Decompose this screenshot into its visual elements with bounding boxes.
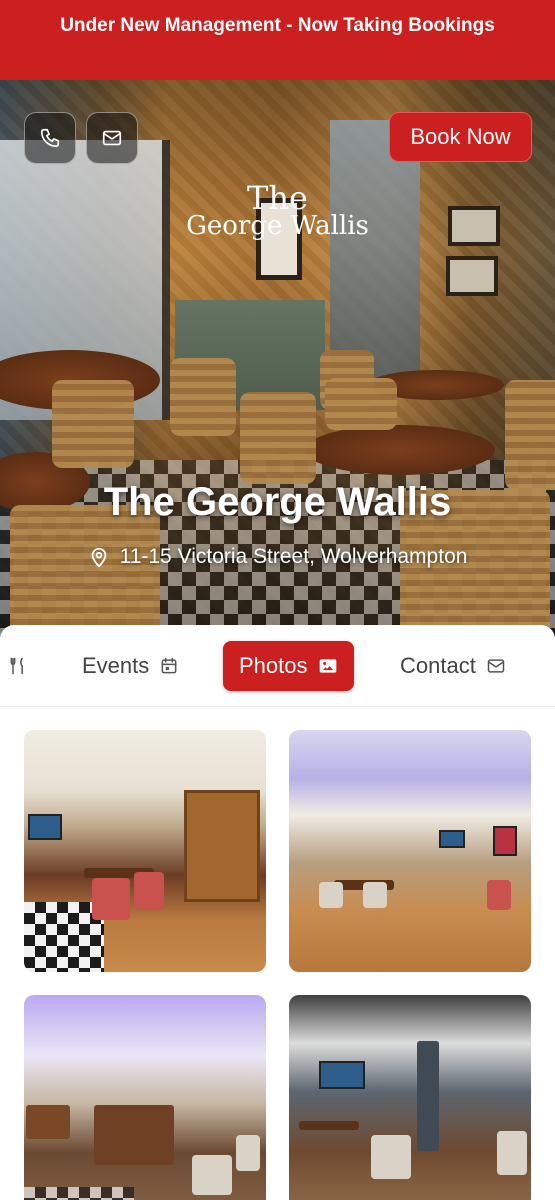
photo-chair — [192, 1155, 232, 1195]
content-panel: Events Photos Contact — [0, 625, 555, 1200]
logo-line-2: George Wallis — [186, 211, 369, 241]
book-now-button[interactable]: Book Now — [389, 112, 532, 162]
phone-icon — [40, 128, 60, 148]
photo-tv-screen — [28, 814, 62, 840]
venue-address-text: 11-15 Victoria Street, Wolverhampton — [119, 545, 468, 568]
photo-bar-stool — [92, 878, 130, 920]
hero-chair — [240, 392, 316, 484]
mail-icon — [102, 130, 122, 146]
hero-chair — [52, 380, 134, 468]
photo-booth — [26, 1105, 70, 1139]
image-icon — [319, 659, 336, 673]
mail-icon — [487, 659, 505, 673]
announcement-banner: Under New Management - Now Taking Bookin… — [0, 0, 555, 80]
hero-chair — [325, 378, 397, 430]
hero-table — [305, 425, 495, 475]
tab-contact[interactable]: Contact — [400, 641, 506, 691]
gallery-photo[interactable] — [289, 995, 531, 1200]
photo-bar-stool — [134, 872, 164, 910]
hero-picture-frame — [446, 256, 498, 296]
phone-button[interactable] — [24, 112, 76, 164]
photo-table — [299, 1121, 359, 1130]
gallery-photo[interactable] — [24, 995, 266, 1200]
venue-title: The George Wallis — [103, 480, 452, 524]
photo-chair — [236, 1135, 260, 1171]
banner-text: Under New Management - Now Taking Bookin… — [60, 15, 495, 36]
gallery-photo[interactable] — [289, 730, 531, 972]
gallery-photo[interactable] — [24, 730, 266, 972]
tab-photos[interactable]: Photos — [223, 641, 354, 691]
photo-chair — [319, 882, 343, 908]
photo-floor-pattern — [24, 1187, 134, 1200]
photo-tv-screen — [493, 826, 517, 856]
photo-doorway — [184, 790, 260, 902]
section-tabs: Events Photos Contact — [0, 625, 555, 707]
hero-chair — [170, 358, 236, 436]
hero-chair — [10, 505, 160, 640]
photo-chair — [497, 1131, 527, 1175]
tab-contact-label: Contact — [400, 653, 476, 678]
book-now-label: Book Now — [410, 124, 511, 149]
hero-chair — [505, 380, 555, 490]
tab-photos-label: Photos — [239, 653, 308, 678]
photo-pillar — [417, 1041, 439, 1151]
fork-knife-icon — [10, 657, 23, 675]
hero-picture-frame — [448, 206, 500, 246]
photo-tv-screen — [319, 1061, 365, 1089]
photo-tv-screen — [439, 830, 465, 848]
email-button[interactable] — [86, 112, 138, 164]
tab-events-label: Events — [82, 653, 150, 678]
photo-bar-stool — [487, 880, 511, 910]
tab-menu[interactable] — [8, 641, 28, 691]
map-pin-icon — [91, 547, 106, 568]
venue-address: 11-15 Victoria Street, Wolverhampton — [0, 545, 555, 569]
site-logo[interactable]: The George Wallis — [185, 179, 370, 248]
photo-chair — [371, 1135, 411, 1179]
photo-chair — [363, 882, 387, 908]
photo-partition — [94, 1105, 174, 1165]
tab-events[interactable]: Events — [82, 641, 179, 691]
hero-section: The George Wallis Book Now The George Wa… — [0, 80, 555, 640]
logo-line-1: The — [247, 179, 308, 217]
calendar-icon — [161, 657, 177, 674]
